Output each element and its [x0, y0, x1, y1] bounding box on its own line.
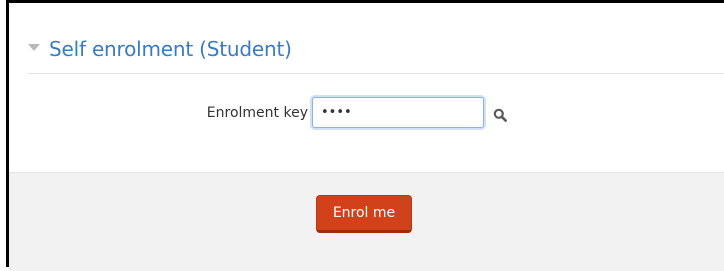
form-actions: Enrol me: [9, 172, 724, 271]
enrolment-key-row: Enrolment key: [9, 97, 724, 131]
section-header[interactable]: Self enrolment (Student): [28, 29, 724, 74]
enrolment-key-input[interactable]: [312, 97, 484, 128]
enrolment-panel: Self enrolment (Student) Enrolment key E…: [6, 0, 724, 271]
enrol-me-button[interactable]: Enrol me: [316, 195, 412, 233]
search-icon[interactable]: [493, 108, 507, 122]
section-title[interactable]: Self enrolment (Student): [49, 34, 292, 64]
chevron-down-icon[interactable]: [28, 44, 40, 51]
enrolment-key-label: Enrolment key: [206, 105, 308, 121]
